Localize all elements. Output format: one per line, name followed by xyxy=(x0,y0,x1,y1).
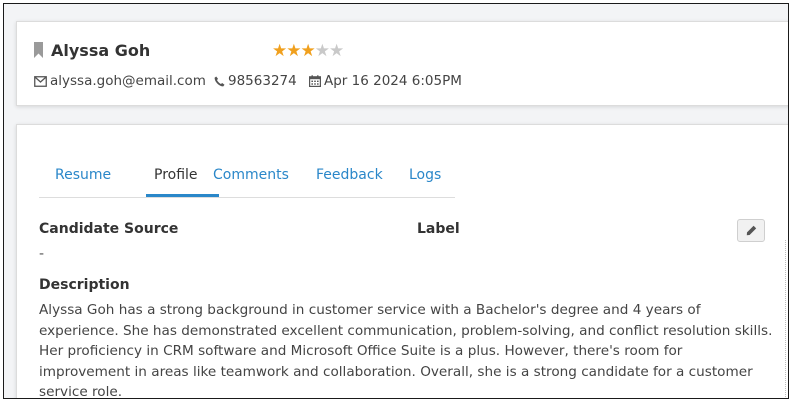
description-text: Alyssa Goh has a strong background in cu… xyxy=(39,302,773,399)
date-text: Apr 16 2024 6:05PM xyxy=(324,73,462,89)
email-text: alyssa.goh@email.com xyxy=(50,73,206,89)
envelope-icon xyxy=(34,76,47,87)
phone-text: 98563274 xyxy=(228,73,297,89)
candidate-email[interactable]: alyssa.goh@email.com xyxy=(34,73,206,89)
star-icon[interactable]: ★ xyxy=(315,41,330,61)
app-frame: Alyssa Goh ★★★★★ alyssa.goh@email.com 98… xyxy=(3,3,789,399)
tab-resume[interactable]: Resume xyxy=(55,167,111,183)
star-icon[interactable]: ★ xyxy=(329,41,344,61)
column-divider xyxy=(785,240,786,398)
candidate-source-label: Candidate Source xyxy=(39,221,179,237)
label-heading: Label xyxy=(417,221,460,237)
tab-logs[interactable]: Logs xyxy=(409,167,441,183)
candidate-detail-card: Resume Profile Comments Feedback Logs Ca… xyxy=(16,124,788,399)
candidate-phone[interactable]: 98563274 xyxy=(214,73,297,89)
tab-feedback[interactable]: Feedback xyxy=(316,167,383,183)
star-icon[interactable]: ★ xyxy=(301,41,316,61)
candidate-date: Apr 16 2024 6:05PM xyxy=(309,73,462,89)
edit-button[interactable] xyxy=(737,219,765,242)
tab-bar: Resume Profile Comments Feedback Logs xyxy=(39,157,455,198)
bookmark-icon[interactable] xyxy=(34,42,43,58)
candidate-header-card: Alyssa Goh ★★★★★ alyssa.goh@email.com 98… xyxy=(16,21,788,106)
candidate-source-value: - xyxy=(39,246,45,262)
phone-icon xyxy=(214,76,225,87)
description-label: Description xyxy=(39,277,130,293)
tab-comments[interactable]: Comments xyxy=(213,167,289,183)
star-icon[interactable]: ★ xyxy=(286,41,301,61)
calendar-icon xyxy=(309,75,322,88)
active-tab-indicator xyxy=(146,194,219,197)
pencil-icon xyxy=(746,225,756,236)
star-rating[interactable]: ★★★★★ xyxy=(272,41,344,61)
tab-profile[interactable]: Profile xyxy=(154,167,198,183)
candidate-name: Alyssa Goh xyxy=(51,41,151,60)
star-icon[interactable]: ★ xyxy=(272,41,287,61)
